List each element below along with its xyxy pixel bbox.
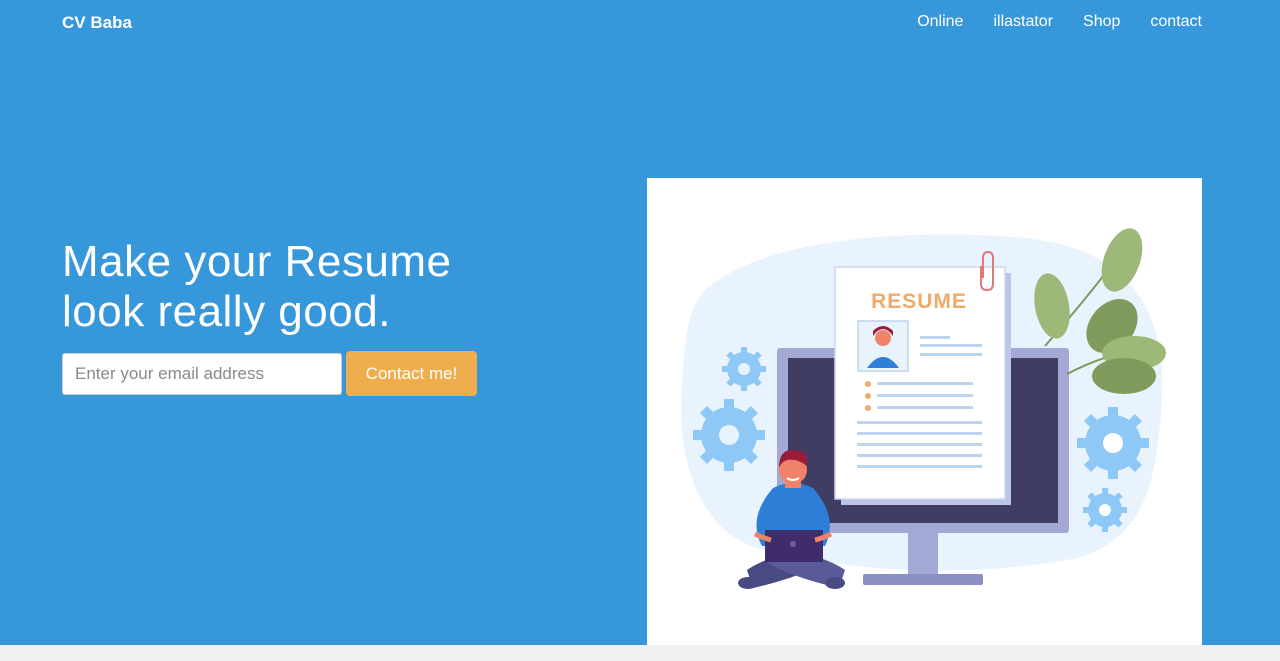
monitor-stand [863,574,983,585]
gear-icon [693,399,765,471]
top-nav: Online illastator Shop contact [917,13,1202,31]
hero-section: CV Baba Online illastator Shop contact M… [0,0,1280,645]
nav-link-illastator[interactable]: illastator [993,13,1053,31]
resume-illustration: RESUME [681,228,1166,589]
headline-line-2: look really good. [62,287,391,336]
page-bottom-strip [0,645,1280,661]
nav-link-contact[interactable]: contact [1150,13,1202,31]
gear-icon [1077,407,1149,479]
resume-illustration-card: RESUME [647,178,1202,645]
email-input[interactable] [62,353,342,395]
resume-title: RESUME [871,290,967,313]
headline-line-1: Make your Resume [62,237,452,286]
brand-logo[interactable]: CV Baba [62,13,132,33]
nav-link-online[interactable]: Online [917,13,963,31]
gear-icon [1083,488,1127,532]
gear-icon [722,347,766,391]
nav-link-shop[interactable]: Shop [1083,13,1120,31]
contact-me-button[interactable]: Contact me! [346,351,477,396]
hero-headline: Make your Resume look really good. [62,237,451,337]
